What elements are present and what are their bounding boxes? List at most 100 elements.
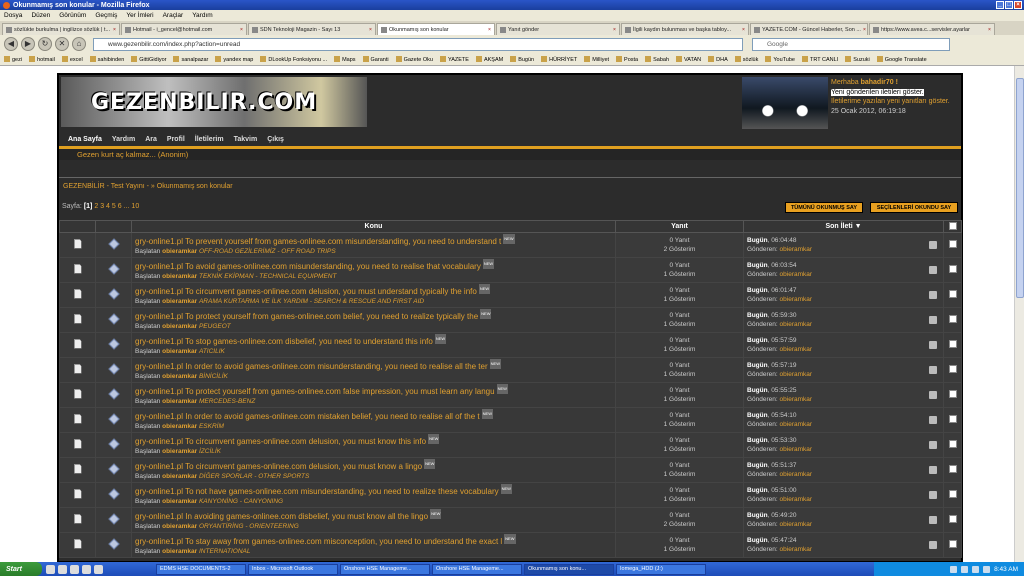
table-row[interactable]: gry-online1.pl To stop games-onlinee.com… (59, 332, 962, 358)
bookmark-item[interactable]: Posta (616, 56, 638, 63)
taskbar-task[interactable]: EDMS HSE DOCUMENTS-2 (156, 563, 246, 575)
go-to-last-post-icon[interactable] (929, 341, 937, 349)
go-to-last-post-icon[interactable] (929, 391, 937, 399)
tray-icon[interactable] (972, 565, 980, 573)
last-poster-link[interactable]: obieramkar (780, 271, 813, 278)
last-poster-link[interactable]: obieramkar (780, 371, 813, 378)
bookmark-item[interactable]: AKŞAM (476, 56, 503, 63)
last-poster-link[interactable]: obieramkar (780, 296, 813, 303)
go-to-last-post-icon[interactable] (929, 516, 937, 524)
topic-title-link[interactable]: gry-online1.pl To protect yourself from … (135, 312, 478, 321)
bookmark-item[interactable]: Sabah (645, 56, 669, 63)
row-checkbox[interactable] (948, 290, 957, 298)
topic-author-link[interactable]: obieramkar (162, 273, 197, 280)
reload-icon[interactable]: ↻ (38, 37, 52, 51)
last-poster-link[interactable]: obieramkar (780, 546, 813, 553)
bookmark-item[interactable]: DHA (708, 56, 728, 63)
topic-title-link[interactable]: gry-online1.pl In order to avoid games-o… (135, 412, 480, 421)
header-last-post[interactable]: Son İleti ▼ (743, 220, 944, 233)
bookmark-item[interactable]: Garanti (363, 56, 389, 63)
new-badge[interactable]: NEW (503, 234, 515, 244)
last-poster-link[interactable]: obieramkar (780, 471, 813, 478)
bookmark-item[interactable]: YouTube (765, 56, 795, 63)
show-new-posts-link[interactable]: Yeni gönderilen iletileri göster. (831, 88, 924, 96)
table-row[interactable]: gry-online1.pl To avoid games-onlinee.co… (59, 257, 962, 283)
nav-item[interactable]: Takvim (234, 136, 258, 143)
tray-icon[interactable] (961, 565, 969, 573)
bookmark-item[interactable]: excel (62, 56, 83, 63)
quicklaunch-icon[interactable] (82, 564, 91, 574)
topic-author-link[interactable]: obieramkar (162, 248, 197, 255)
row-checkbox[interactable] (948, 515, 957, 523)
site-logo[interactable]: GEZENBILIR.COM (61, 77, 367, 127)
new-badge[interactable]: NEW (496, 384, 508, 394)
board-link[interactable]: BİNİCİLİK (199, 373, 228, 380)
topic-author-link[interactable]: obieramkar (162, 448, 197, 455)
topic-title-link[interactable]: gry-online1.pl To circumvent games-onlin… (135, 462, 422, 471)
topic-author-link[interactable]: obieramkar (162, 423, 197, 430)
browser-tab[interactable]: https://www.avea.c...servisler.ayarlar × (869, 23, 995, 35)
topic-author-link[interactable]: obieramkar (162, 348, 197, 355)
vertical-scrollbar[interactable] (1014, 66, 1024, 562)
go-to-last-post-icon[interactable] (929, 416, 937, 424)
menu-item[interactable]: Geçmiş (95, 12, 117, 19)
go-to-last-post-icon[interactable] (929, 241, 937, 249)
bookmark-item[interactable]: sahibinden (90, 56, 125, 63)
topic-title-link[interactable]: gry-online1.pl To not have games-onlinee… (135, 487, 499, 496)
bookmark-item[interactable]: Google Translate (877, 56, 927, 63)
bookmark-item[interactable]: VATAN (676, 56, 701, 63)
row-checkbox[interactable] (948, 415, 957, 423)
new-badge[interactable]: NEW (424, 459, 436, 469)
new-badge[interactable]: NEW (430, 509, 442, 519)
go-to-last-post-icon[interactable] (929, 491, 937, 499)
topic-title-link[interactable]: gry-online1.pl To circumvent games-onlin… (135, 287, 477, 296)
close-icon[interactable]: × (1014, 1, 1022, 9)
tab-close-icon[interactable]: × (613, 27, 619, 33)
board-link[interactable]: İZCİLİK (199, 448, 221, 455)
mark-selected-read-button[interactable]: SEÇİLENLERİ OKUNDU SAY (870, 202, 958, 213)
row-checkbox[interactable] (948, 465, 957, 473)
bookmark-item[interactable]: gezi (4, 56, 22, 63)
page-link[interactable]: 4 (106, 203, 110, 210)
menu-item[interactable]: Yer İmleri (126, 12, 153, 19)
bookmark-item[interactable]: TRT CANLI (802, 56, 838, 63)
browser-tab[interactable]: Okunmamış son konular × (377, 23, 495, 35)
page-link[interactable]: ... (124, 203, 130, 210)
bookmark-item[interactable]: Gazete Oku (396, 56, 433, 63)
nav-item[interactable]: Çıkış (267, 136, 284, 143)
topic-title-link[interactable]: gry-online1.pl To avoid games-onlinee.co… (135, 262, 481, 271)
nav-item[interactable]: Ana Sayfa (68, 136, 102, 143)
menu-item[interactable]: Araçlar (163, 12, 184, 19)
go-to-last-post-icon[interactable] (929, 466, 937, 474)
browser-tab[interactable]: İlgili kaydın bulunması ve başka tabloy.… (621, 23, 749, 35)
nav-item[interactable]: Yardım (112, 136, 135, 143)
topic-author-link[interactable]: obieramkar (162, 473, 197, 480)
new-badge[interactable]: NEW (480, 309, 492, 319)
row-checkbox[interactable] (948, 440, 957, 448)
bookmark-item[interactable]: hotmail (29, 56, 55, 63)
topic-author-link[interactable]: obieramkar (162, 323, 197, 330)
url-bar[interactable]: www.gezenbilir.com/index.php?action=unre… (93, 37, 743, 51)
bookmark-item[interactable]: Maps (334, 56, 355, 63)
row-checkbox[interactable] (948, 390, 957, 398)
quicklaunch-icon[interactable] (94, 564, 103, 574)
select-all-checkbox[interactable] (948, 221, 957, 230)
topic-author-link[interactable]: obieramkar (162, 373, 197, 380)
topic-title-link[interactable]: gry-online1.pl In avoiding games-onlinee… (135, 512, 428, 521)
browser-tab[interactable]: Yanıt gönder × (496, 23, 620, 35)
table-row[interactable]: gry-online1.pl In order to avoid games-o… (59, 357, 962, 383)
bookmark-item[interactable]: GittiGidiyor (131, 56, 166, 63)
bookmark-item[interactable]: YAZETE (440, 56, 469, 63)
taskbar-task[interactable]: Onshore HSE Manageme... (432, 563, 522, 575)
go-to-last-post-icon[interactable] (929, 366, 937, 374)
go-to-last-post-icon[interactable] (929, 266, 937, 274)
row-checkbox[interactable] (948, 315, 957, 323)
topic-author-link[interactable]: obieramkar (162, 498, 197, 505)
board-link[interactable]: ORYANTİRİNG - ORIENTEERING (199, 523, 299, 530)
quicklaunch-icon[interactable] (58, 564, 67, 574)
breadcrumb[interactable]: GEZENBİLİR - Test Yayını - » Okunmamış s… (63, 183, 233, 190)
bookmark-item[interactable]: Suzuki (845, 56, 870, 63)
tray-icon[interactable] (950, 565, 958, 573)
nav-item[interactable]: Profil (167, 136, 185, 143)
bookmark-item[interactable]: DLookUp Fonksiyonu ... (260, 56, 327, 63)
